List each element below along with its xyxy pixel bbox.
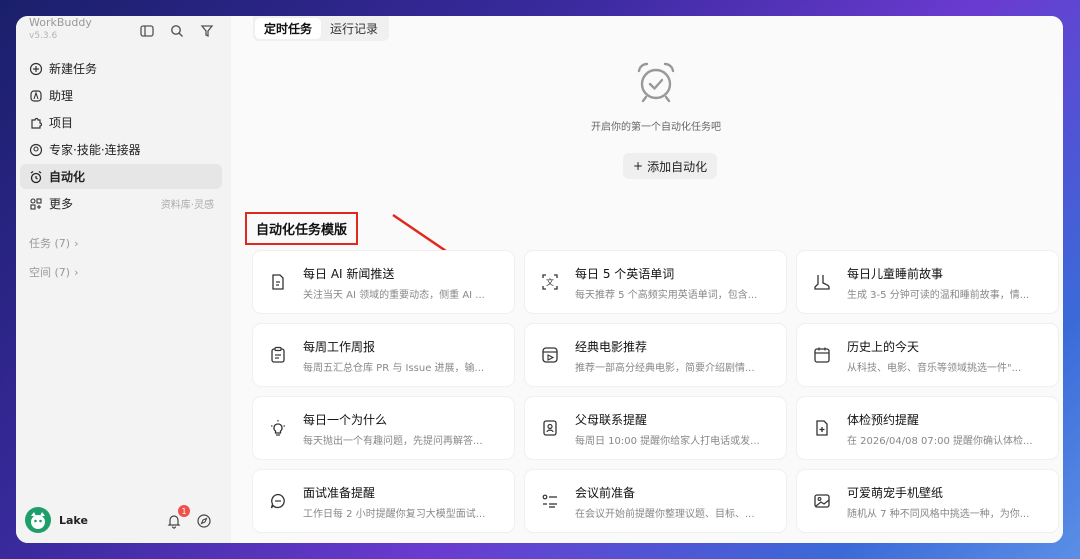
sidebar-toggle-icon[interactable] [138, 22, 156, 40]
compass-icon[interactable] [196, 513, 212, 529]
group-label: 空间 (7) [29, 266, 71, 279]
checklist-icon [541, 492, 559, 510]
card-title: 每日儿童睡前故事 [847, 267, 944, 281]
search-icon[interactable] [168, 22, 186, 40]
group-tasks[interactable]: 任务 (7) › [29, 235, 78, 251]
news-icon [269, 273, 287, 291]
contact-icon [541, 419, 559, 437]
chevron-right-icon: › [74, 265, 79, 279]
sidebar-item-experts[interactable]: 专家·技能·连接器 [20, 137, 222, 162]
sidebar-item-label: 自动化 [49, 170, 86, 184]
sidebar-item-more[interactable]: 更多 资料库·灵感 [20, 191, 222, 216]
card-title: 每日 AI 新闻推送 [303, 267, 395, 281]
app-version: v5.3.6 [29, 31, 58, 41]
sidebar-nav: 新建任务 助理 项目 专家·技能·连接器 自动化 更多 资料库·灵感 [20, 56, 222, 218]
template-card[interactable]: 可爱萌宠手机壁纸 随机从 7 种不同风格中挑选一种，为你... [797, 470, 1058, 532]
sidebar-item-assistant[interactable]: 助理 [20, 83, 222, 108]
alarm-clock-icon [634, 60, 678, 104]
card-title: 每日一个为什么 [303, 413, 388, 427]
tab-bar: 定时任务 运行记录 [253, 16, 390, 41]
card-description: 每天抛出一个有趣问题，先提问再解答... [303, 436, 483, 447]
template-card[interactable]: 每日 AI 新闻推送 关注当天 AI 领域的重要动态，侧重 AI ... [253, 251, 514, 313]
sidebar-item-label: 专家·技能·连接器 [49, 143, 141, 157]
sidebar-item-automation[interactable]: 自动化 [20, 164, 222, 189]
card-description: 在会议开始前提醒你整理议题、目标、... [575, 509, 755, 520]
template-card[interactable]: 会议前准备 在会议开始前提醒你整理议题、目标、... [525, 470, 786, 532]
user-profile[interactable]: Lake [25, 507, 88, 533]
template-card[interactable]: 文 每日 5 个英语单词 每天推荐 5 个高频实用英语单词，包含... [525, 251, 786, 313]
template-grid: 每日 AI 新闻推送 关注当天 AI 领域的重要动态，侧重 AI ... 文 每… [253, 251, 1058, 532]
card-title: 面试准备提醒 [303, 486, 376, 500]
card-title: 每周工作周报 [303, 340, 376, 354]
card-description: 每周五汇总仓库 PR 与 Issue 进展，输... [303, 363, 485, 374]
card-title: 体检预约提醒 [847, 413, 920, 427]
filter-icon[interactable] [198, 22, 216, 40]
chevron-right-icon: › [74, 236, 79, 250]
template-card[interactable]: 每日一个为什么 每天抛出一个有趣问题，先提问再解答... [253, 397, 514, 459]
template-card[interactable]: 面试准备提醒 工作日每 2 小时提醒你复习大模型面试... [253, 470, 514, 532]
add-automation-button[interactable]: + 添加自动化 [623, 153, 718, 179]
card-title: 历史上的今天 [847, 340, 920, 354]
card-title: 可爱萌宠手机壁纸 [847, 486, 944, 500]
sidebar-item-projects[interactable]: 项目 [20, 110, 222, 135]
template-card[interactable]: 每周工作周报 每周五汇总仓库 PR 与 Issue 进展，输... [253, 324, 514, 386]
svg-text:文: 文 [546, 277, 554, 287]
add-automation-label: 添加自动化 [647, 159, 708, 174]
expert-icon [28, 142, 44, 158]
card-description: 生成 3-5 分钟可读的温和睡前故事，情... [847, 290, 1030, 301]
film-icon [541, 346, 559, 364]
template-card[interactable]: 父母联系提醒 每周日 10:00 提醒你给家人打电话或发... [525, 397, 786, 459]
username: Lake [59, 513, 88, 527]
card-description: 每周日 10:00 提醒你给家人打电话或发... [575, 436, 760, 447]
plus-icon: + [633, 159, 644, 173]
card-description: 随机从 7 种不同风格中挑选一种，为你... [847, 509, 1030, 520]
card-title: 经典电影推荐 [575, 340, 648, 354]
apps-icon [28, 196, 44, 212]
health-icon [813, 419, 831, 437]
sidebar-item-label: 更多 [49, 197, 74, 211]
plus-circle-icon [28, 61, 44, 77]
app-window: WorkBuddy v5.3.6 新建任务 助理 项目 专家·技能·连接器 自动… [16, 16, 1063, 543]
section-title: 自动化任务模版 [245, 212, 359, 245]
sidebar-item-new-task[interactable]: 新建任务 [20, 56, 222, 81]
clipboard-icon [269, 346, 287, 364]
card-title: 每日 5 个英语单词 [575, 267, 675, 281]
group-label: 任务 (7) [29, 237, 71, 250]
sidebar-item-label: 项目 [49, 116, 74, 130]
group-spaces[interactable]: 空间 (7) › [29, 264, 78, 280]
image-icon [813, 492, 831, 510]
sidebar: WorkBuddy v5.3.6 新建任务 助理 项目 专家·技能·连接器 自动… [16, 16, 231, 543]
notification-badge: 1 [178, 505, 190, 517]
sidebar-toolbar [138, 22, 216, 40]
empty-state-text: 开启你的第一个自动化任务吧 [591, 122, 721, 133]
template-card[interactable]: 历史上的今天 从科技、电影、音乐等领域挑选一件"... [797, 324, 1058, 386]
card-title: 父母联系提醒 [575, 413, 648, 427]
card-description: 推荐一部高分经典电影，简要介绍剧情... [575, 363, 755, 374]
card-description: 每天推荐 5 个高频实用英语单词，包含... [575, 290, 758, 301]
card-title: 会议前准备 [575, 486, 636, 500]
tab-scheduled[interactable]: 定时任务 [255, 18, 322, 39]
card-description: 从科技、电影、音乐等领域挑选一件"... [847, 363, 1022, 374]
assistant-icon [28, 88, 44, 104]
template-card[interactable]: 每日儿童睡前故事 生成 3-5 分钟可读的温和睡前故事，情... [797, 251, 1058, 313]
card-description: 工作日每 2 小时提醒你复习大模型面试... [303, 509, 486, 520]
template-card[interactable]: 体检预约提醒 在 2026/04/08 07:00 提醒你确认体检... [797, 397, 1058, 459]
boot-icon [813, 273, 831, 291]
app-name: WorkBuddy [29, 16, 92, 29]
template-card[interactable]: 经典电影推荐 推荐一部高分经典电影，简要介绍剧情... [525, 324, 786, 386]
calendar-icon [813, 346, 831, 364]
avatar [25, 507, 51, 533]
sidebar-item-label: 新建任务 [49, 62, 98, 76]
card-description: 关注当天 AI 领域的重要动态，侧重 AI ... [303, 290, 485, 301]
sidebar-item-label: 助理 [49, 89, 74, 103]
chat-icon [269, 492, 287, 510]
card-description: 在 2026/04/08 07:00 提醒你确认体检... [847, 436, 1033, 447]
lightbulb-icon [269, 419, 287, 437]
puzzle-icon [28, 115, 44, 131]
sidebar-item-sublabel[interactable]: 资料库·灵感 [161, 196, 214, 211]
tab-history[interactable]: 运行记录 [321, 18, 387, 39]
translate-icon: 文 [541, 273, 559, 291]
main-content: 定时任务 运行记录 开启你的第一个自动化任务吧 + 添加自动化 自动化任务模版 … [231, 16, 1063, 543]
alarm-clock-icon [28, 169, 44, 185]
